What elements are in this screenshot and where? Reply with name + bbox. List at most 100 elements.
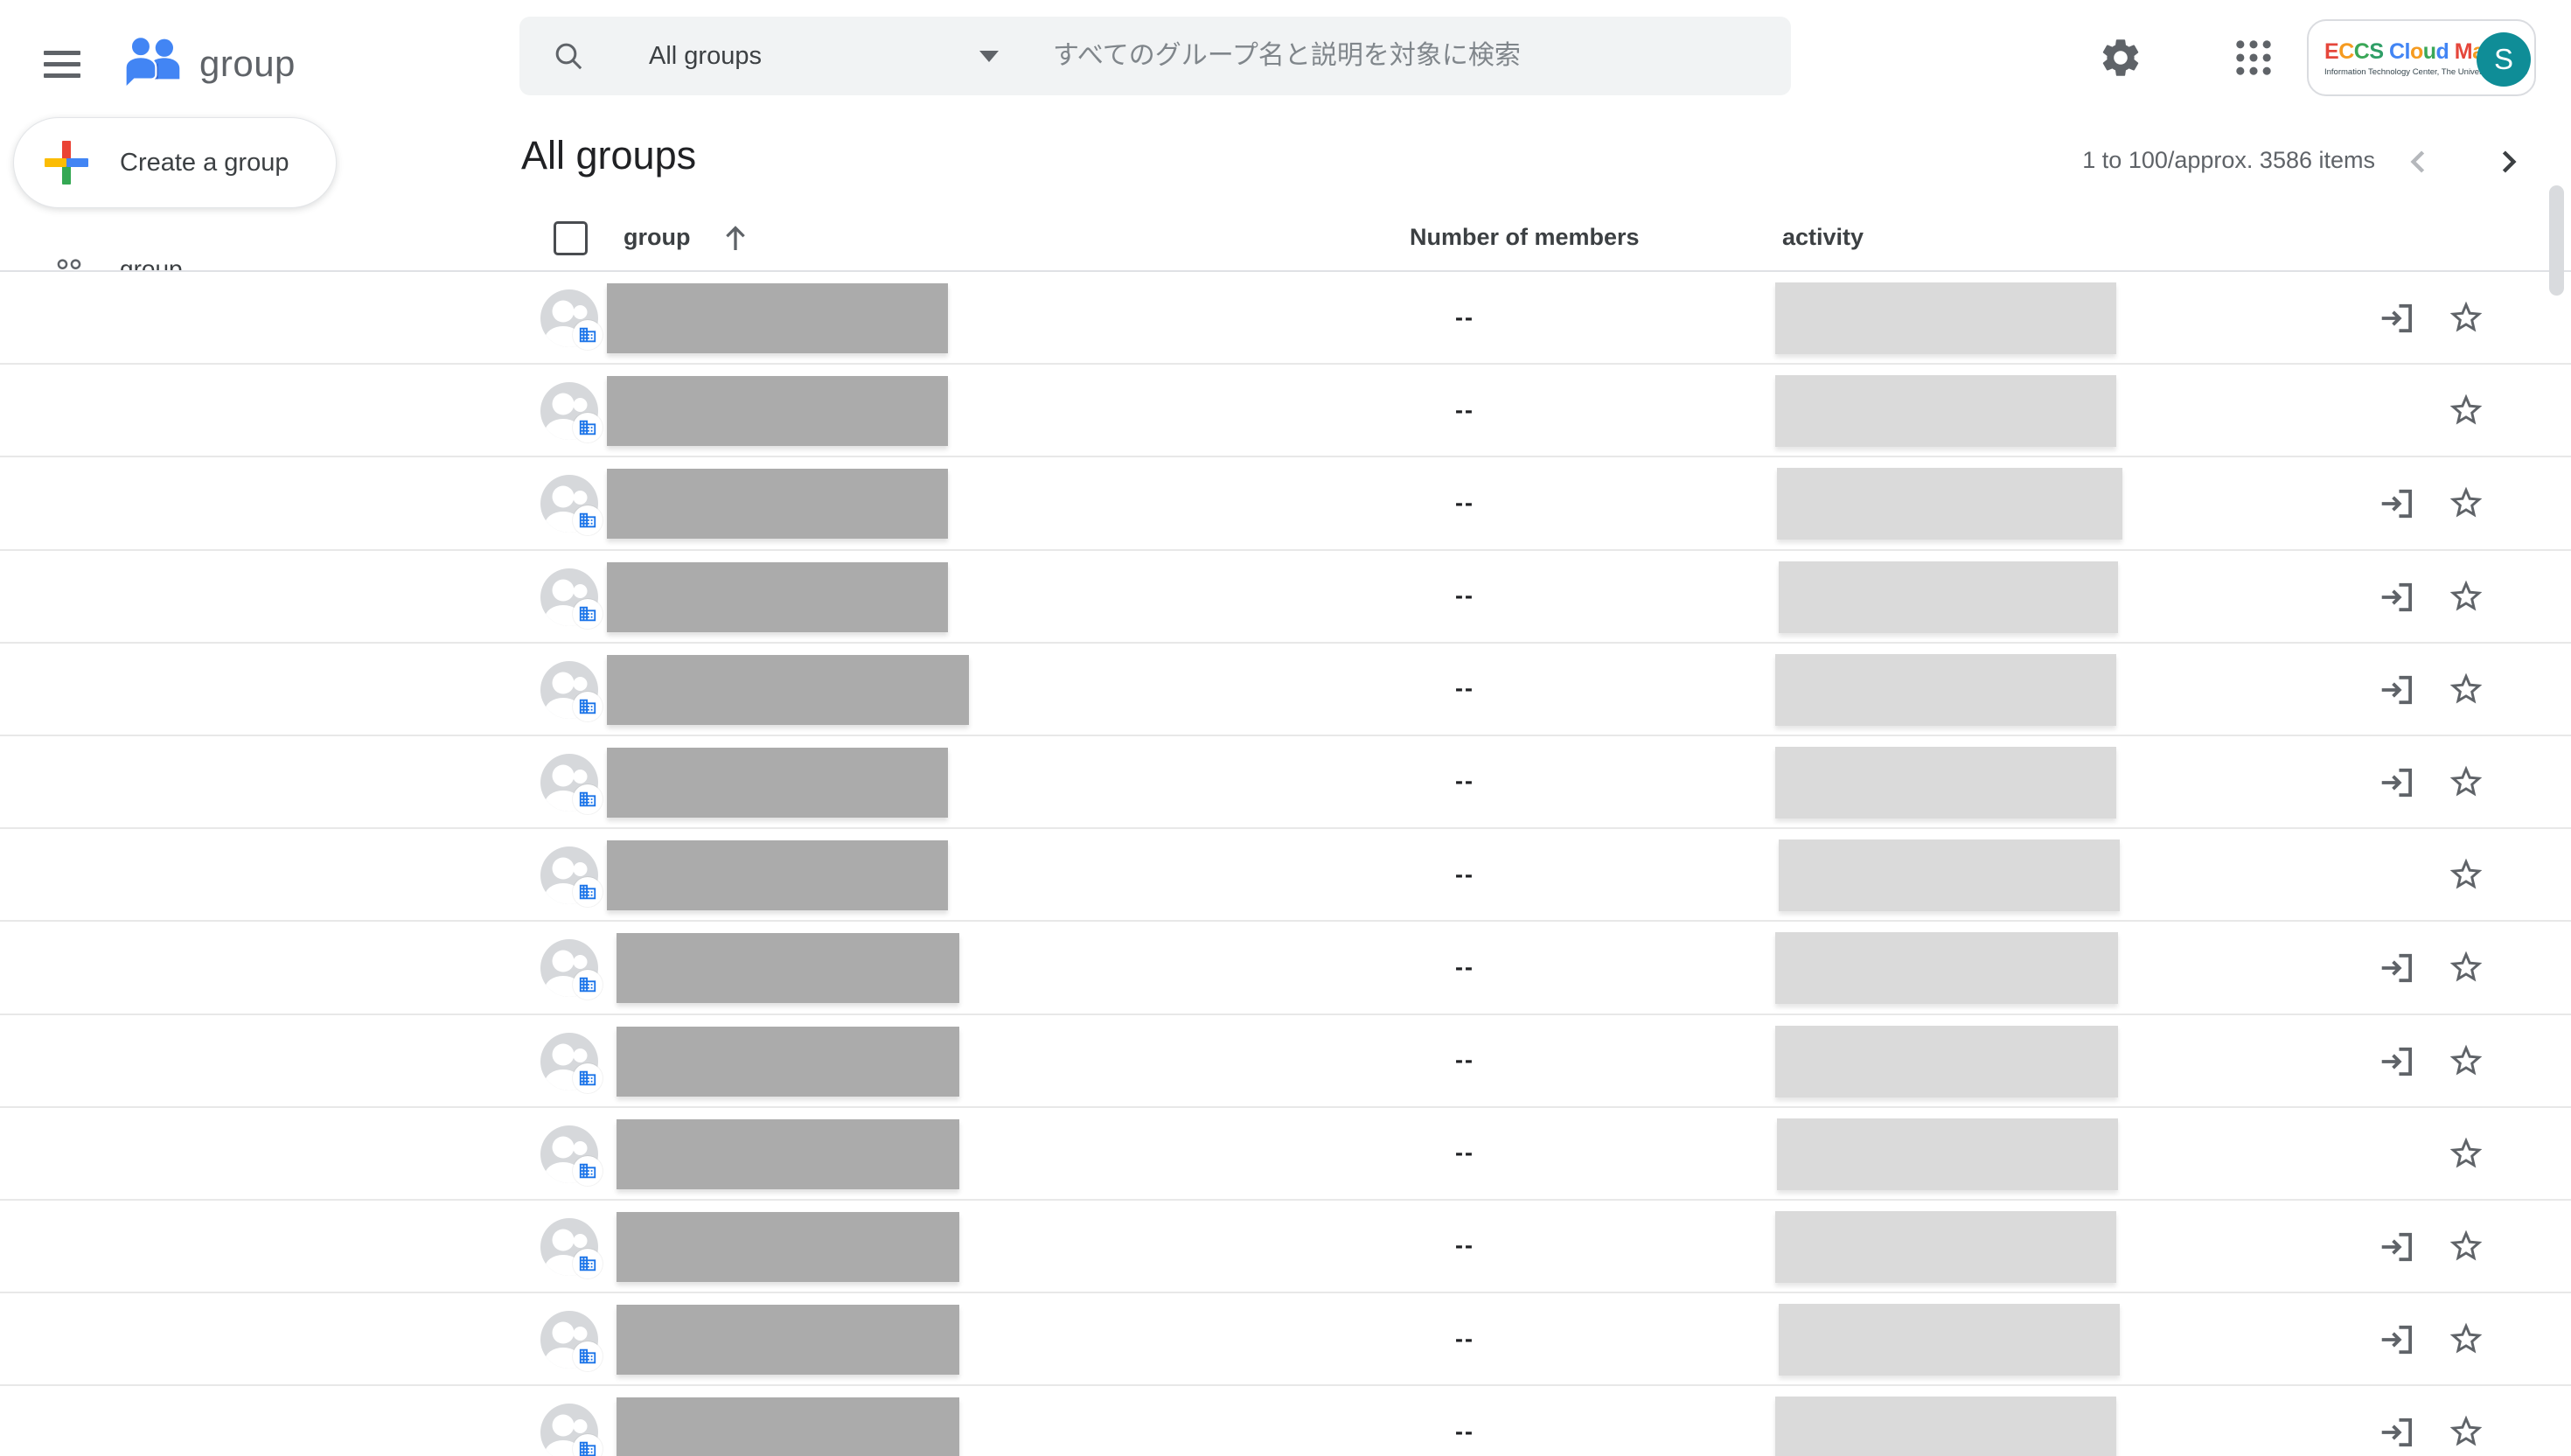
column-header-group[interactable]: group: [624, 224, 690, 251]
table-row[interactable]: --: [0, 1108, 2571, 1201]
group-name-redacted: [617, 1119, 959, 1189]
org-badge-icon: [578, 1347, 597, 1366]
join-group-button[interactable]: [2376, 577, 2416, 617]
table-row[interactable]: --: [0, 457, 2571, 550]
group-avatar: [540, 289, 598, 347]
pagination-label: 1 to 100/approx. 3586 items: [2082, 147, 2375, 174]
star-button[interactable]: [2446, 670, 2486, 710]
join-group-button[interactable]: [2376, 484, 2416, 524]
previous-page-button[interactable]: [2400, 143, 2438, 181]
star-button[interactable]: [2446, 1134, 2486, 1174]
member-count: --: [1425, 1293, 1504, 1384]
activity-redacted: [1779, 561, 2118, 633]
org-badge-icon: [578, 1161, 597, 1181]
activity-redacted: [1775, 747, 2116, 819]
org-badge-icon: [578, 1254, 597, 1273]
member-count: --: [1425, 365, 1504, 456]
org-badge-icon: [578, 975, 597, 994]
star-icon: [2447, 670, 2485, 708]
app-logo-text: group: [199, 43, 296, 85]
search-input[interactable]: [1053, 41, 1765, 71]
settings-button[interactable]: [2098, 35, 2143, 80]
join-group-button[interactable]: [2376, 948, 2416, 988]
search-scope-dropdown[interactable]: All groups: [649, 42, 999, 71]
apps-grid-button[interactable]: [2231, 35, 2276, 80]
star-button[interactable]: [2446, 391, 2486, 431]
member-count: --: [1425, 736, 1504, 827]
star-button[interactable]: [2446, 298, 2486, 338]
menu-button[interactable]: [44, 51, 80, 80]
app-logo[interactable]: group: [121, 33, 296, 94]
group-name-redacted: [607, 840, 948, 910]
org-badge: [573, 692, 603, 721]
org-badge: [573, 970, 603, 1000]
star-icon: [2447, 948, 2485, 986]
activity-redacted: [1775, 375, 2116, 447]
org-badge: [573, 505, 603, 535]
login-icon: [2376, 298, 2416, 338]
org-badge: [573, 1156, 603, 1186]
group-avatar: [540, 939, 598, 997]
table-row[interactable]: --: [0, 1201, 2571, 1293]
group-avatar: [540, 475, 598, 533]
table-row[interactable]: --: [0, 365, 2571, 457]
org-badge: [573, 599, 603, 629]
join-group-button[interactable]: [2376, 670, 2416, 710]
column-header-activity[interactable]: activity: [1782, 224, 1864, 251]
star-button[interactable]: [2446, 1320, 2486, 1360]
star-icon: [2447, 855, 2485, 894]
star-button[interactable]: [2446, 948, 2486, 988]
brand-subtitle: Information Technology Center, The Unive…: [2324, 67, 2470, 77]
star-button[interactable]: [2446, 763, 2486, 803]
table-row[interactable]: --: [0, 1015, 2571, 1108]
sort-ascending-icon[interactable]: [717, 217, 754, 259]
group-name-redacted: [607, 655, 969, 725]
table-row[interactable]: --: [0, 829, 2571, 922]
table-row[interactable]: --: [0, 922, 2571, 1014]
groups-table-body: --: [0, 272, 2571, 1456]
org-badge: [573, 877, 603, 907]
join-group-button[interactable]: [2376, 1320, 2416, 1360]
join-group-button[interactable]: [2376, 298, 2416, 338]
group-avatar: [540, 1218, 598, 1276]
activity-redacted: [1775, 932, 2118, 1004]
star-button[interactable]: [2446, 855, 2486, 895]
member-count: --: [1425, 272, 1504, 363]
apps-grid-icon: [2231, 35, 2276, 80]
activity-redacted: [1775, 1397, 2116, 1456]
select-all-checkbox[interactable]: [554, 221, 588, 255]
scrollbar[interactable]: [2549, 185, 2564, 296]
star-icon: [2447, 1412, 2485, 1451]
table-row[interactable]: --: [0, 272, 2571, 365]
star-button[interactable]: [2446, 1041, 2486, 1082]
join-group-button[interactable]: [2376, 763, 2416, 803]
table-row[interactable]: --: [0, 736, 2571, 829]
table-row[interactable]: --: [0, 551, 2571, 644]
activity-redacted: [1777, 468, 2122, 540]
table-row[interactable]: --: [0, 1386, 2571, 1456]
star-button[interactable]: [2446, 484, 2486, 524]
page-title: All groups: [521, 133, 696, 178]
activity-redacted: [1775, 282, 2116, 354]
account-badge[interactable]: ECCS Cloud Mail Information Technology C…: [2307, 19, 2536, 96]
table-row[interactable]: --: [0, 644, 2571, 736]
column-header-members[interactable]: Number of members: [1410, 224, 1640, 251]
star-button[interactable]: [2446, 1412, 2486, 1453]
avatar[interactable]: S: [2477, 32, 2531, 87]
join-group-button[interactable]: [2376, 1227, 2416, 1267]
create-group-button[interactable]: Create a group: [13, 117, 337, 208]
member-count: --: [1425, 1015, 1504, 1106]
star-button[interactable]: [2446, 577, 2486, 617]
next-page-button[interactable]: [2489, 143, 2527, 181]
search-icon[interactable]: [551, 38, 586, 73]
group-name-redacted: [617, 933, 959, 1003]
dropdown-arrow-icon: [979, 51, 999, 62]
join-group-button[interactable]: [2376, 1412, 2416, 1453]
group-avatar: [540, 661, 598, 719]
org-badge-icon: [578, 604, 597, 624]
gear-icon: [2098, 35, 2143, 80]
search-scope-value: All groups: [649, 42, 762, 71]
table-row[interactable]: --: [0, 1293, 2571, 1386]
star-button[interactable]: [2446, 1227, 2486, 1267]
join-group-button[interactable]: [2376, 1041, 2416, 1082]
